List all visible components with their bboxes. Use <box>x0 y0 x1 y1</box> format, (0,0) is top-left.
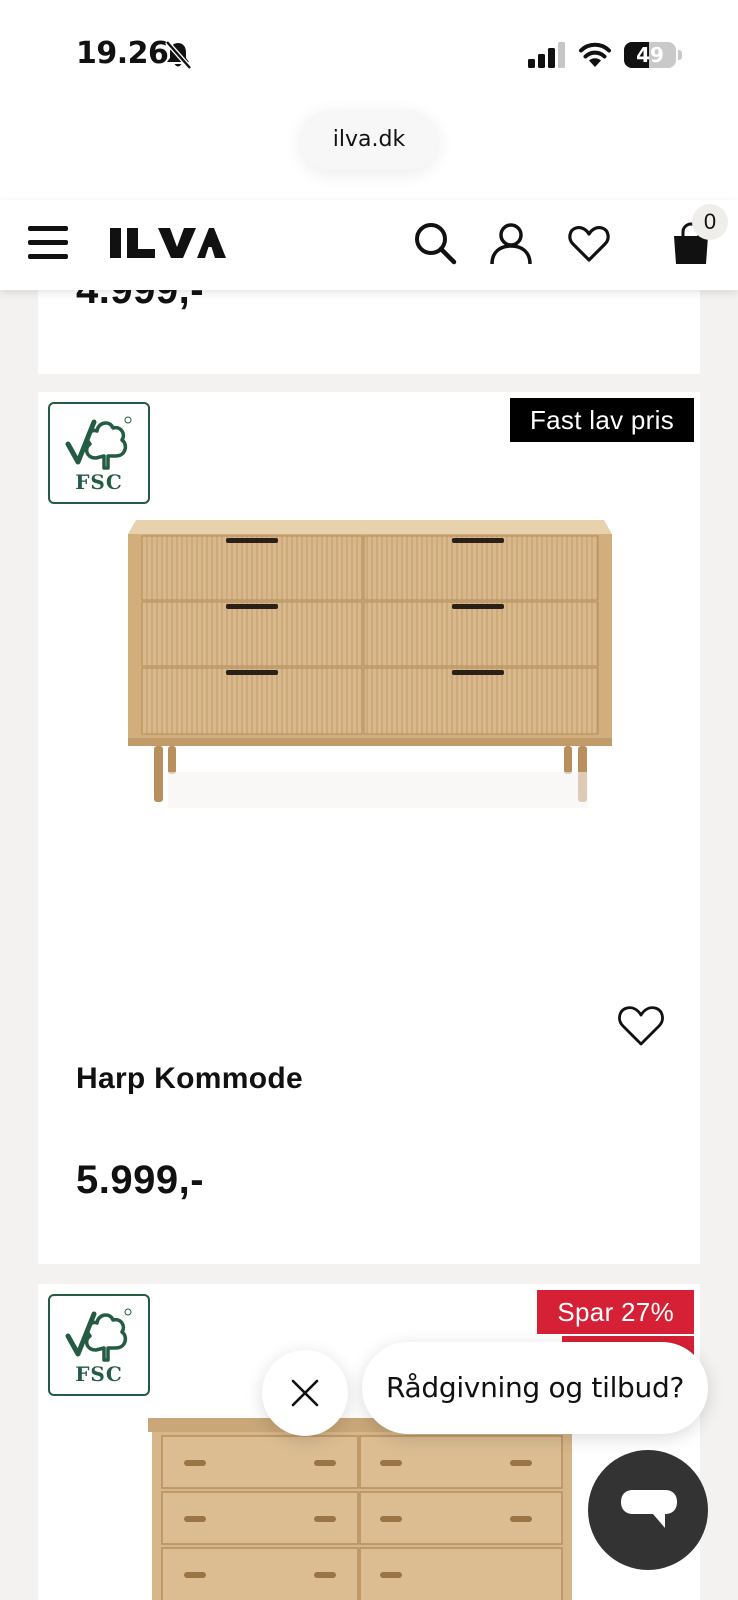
battery-cap <box>678 50 682 60</box>
fsc-label: FSC <box>75 470 123 494</box>
fsc-certification-badge: FSC <box>48 1294 150 1396</box>
product-image-dresser[interactable] <box>148 1418 588 1600</box>
account-icon[interactable] <box>488 220 534 266</box>
cart-count-badge[interactable]: 0 <box>692 204 728 240</box>
chat-prompt-bubble[interactable]: Rådgivning og tilbud? <box>362 1342 708 1434</box>
fsc-tree-checkmark-icon <box>65 416 132 470</box>
close-icon <box>291 1379 319 1407</box>
product-card-previous[interactable]: 4.999,- <box>38 268 700 374</box>
site-header <box>0 200 738 290</box>
discount-badge: Spar 27% <box>537 1290 694 1334</box>
product-price: 5.999,- <box>76 1158 205 1202</box>
battery-percent: 49 <box>636 43 664 67</box>
battery-indicator: 49 <box>624 42 676 68</box>
wishlist-icon[interactable] <box>566 220 612 266</box>
menu-icon[interactable] <box>28 226 68 262</box>
product-name[interactable]: Harp Kommode <box>76 1062 303 1096</box>
bell-muted-icon <box>165 40 192 70</box>
status-bar: 19.26 49 ilva.dk <box>0 0 738 200</box>
status-time: 19.26 <box>76 36 169 71</box>
price-badge: Fast lav pris <box>509 398 694 442</box>
open-chat-button[interactable] <box>588 1450 708 1570</box>
search-icon[interactable] <box>412 220 458 266</box>
product-card[interactable]: FSC Fast lav pris Harp Kommode 5.999,- <box>38 392 700 1264</box>
fsc-tree-checkmark-icon <box>65 1308 132 1362</box>
fsc-certification-badge: FSC <box>48 402 150 504</box>
chat-close-button[interactable] <box>262 1350 348 1436</box>
wifi-icon <box>579 42 611 67</box>
fsc-label: FSC <box>75 1362 123 1386</box>
product-image-dresser[interactable] <box>128 502 618 822</box>
cellular-signal-icon <box>528 42 565 68</box>
product-card[interactable]: FSC Spar 27% <box>38 1284 700 1600</box>
browser-url[interactable]: ilva.dk <box>300 110 438 170</box>
ilva-logo[interactable] <box>110 220 226 264</box>
add-to-wishlist-heart-icon[interactable] <box>616 1002 666 1048</box>
chat-bubble-icon <box>621 1490 677 1528</box>
